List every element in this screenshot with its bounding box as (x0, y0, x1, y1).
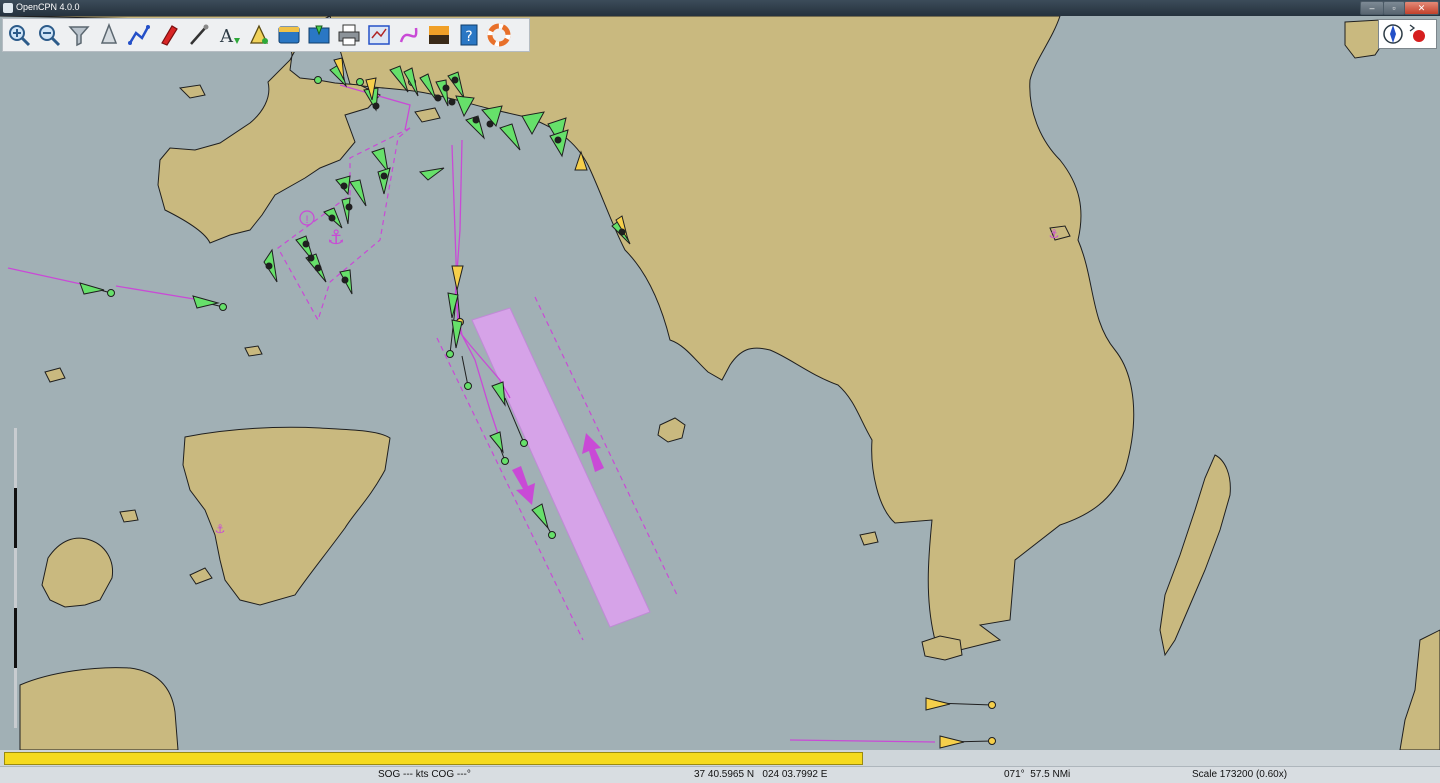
color-scheme-icon[interactable] (426, 22, 452, 48)
route-manager-icon[interactable] (276, 22, 302, 48)
close-button[interactable]: ✕ (1404, 1, 1439, 15)
cursor-position-readout: 37 40.5965 N 024 03.7992 E (694, 769, 828, 780)
measure-tool-icon[interactable] (186, 22, 212, 48)
compass-icon (1383, 24, 1425, 44)
north-up-compass-widget[interactable] (1378, 19, 1437, 49)
status-bar: SOG --- kts COG ---° 37 40.5965 N 024 03… (0, 766, 1440, 783)
svg-text:?: ? (465, 29, 472, 45)
poros-island (19, 667, 179, 750)
mob-lifebuoy-icon[interactable] (486, 22, 512, 48)
bearing-distance-readout: 071° 57.5 NMi (1004, 769, 1071, 780)
minimize-button[interactable]: – (1360, 1, 1384, 15)
chart-canvas[interactable]: ! ⚓ ⚓ ⚓ (0, 16, 1440, 750)
help-icon[interactable]: ? (456, 22, 482, 48)
text-toggle-icon[interactable]: A (216, 22, 242, 48)
chart-scale-readout: Scale 173200 (0.60x) (1192, 769, 1288, 780)
waypoint-icon[interactable] (246, 22, 272, 48)
svg-text:A: A (219, 26, 234, 47)
zoom-in-icon[interactable] (6, 22, 32, 48)
scale-bar (14, 428, 18, 728)
ownship-track-icon[interactable] (156, 22, 182, 48)
options-icon[interactable] (366, 22, 392, 48)
window-title: OpenCPN 4.0.0 (16, 2, 80, 12)
anchorage-symbol-3-icon: ⚓ (1049, 227, 1060, 241)
chart-scale-icon[interactable] (96, 22, 122, 48)
chart-bar-fill[interactable] (4, 752, 863, 765)
svg-text:!: ! (305, 214, 308, 226)
maximize-button[interactable]: ▫ (1383, 1, 1405, 15)
quilt-funnel-icon[interactable] (66, 22, 92, 48)
track-icon[interactable] (396, 22, 422, 48)
app-icon (3, 3, 13, 13)
sog-cog-readout: SOG --- kts COG ---° (378, 769, 471, 780)
anchorage-symbol-icon: ⚓ (327, 225, 345, 249)
window-titlebar: OpenCPN 4.0.0 – ▫ ✕ (0, 0, 1440, 16)
islet-south (921, 635, 963, 661)
anchorage-symbol-2-icon: ⚓ (215, 522, 226, 536)
main-toolbar: A ? (2, 18, 530, 52)
zoom-out-icon[interactable] (36, 22, 62, 48)
ais-target-list-icon[interactable] (306, 22, 332, 48)
print-icon[interactable] (336, 22, 362, 48)
route-icon[interactable] (126, 22, 152, 48)
